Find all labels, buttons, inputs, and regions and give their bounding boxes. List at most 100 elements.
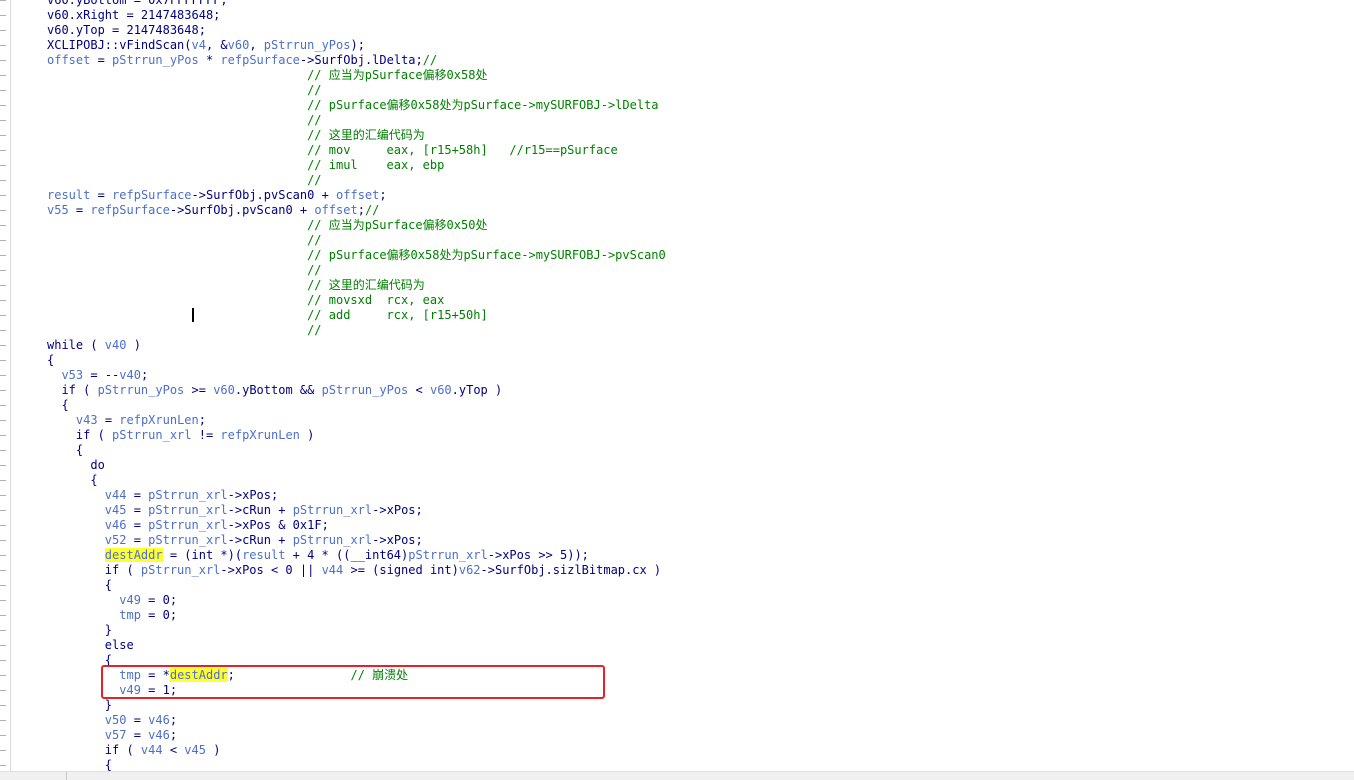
code-line[interactable]: v60.xRight = 2147483648; [47,8,220,23]
code-line[interactable]: // 应当为pSurface偏移0x58处 [47,68,487,83]
code-token: v44 [104,488,127,502]
code-line[interactable]: v44 = pStrrun_xrl->xPos; [47,488,278,503]
code-token: = [90,188,113,202]
code-line[interactable]: // pSurface偏移0x58处为pSurface->mySURFOBJ->… [47,248,666,263]
code-token: ) [126,338,141,352]
gutter-tick [0,735,6,736]
code-line[interactable]: // add rcx, [r15+50h] [47,308,488,323]
code-line[interactable]: { [47,353,54,368]
code-token: ->SurfObj.pvScan0 + [191,188,337,202]
code-comment: // [422,53,438,67]
code-token: ); [350,38,365,52]
code-token: ; [198,413,206,427]
gutter-tick [0,300,6,301]
code-token: pStrrun_xrl [140,563,221,577]
gutter-tick [0,120,6,121]
code-line[interactable]: { [47,578,112,593]
code-line[interactable]: v45 = pStrrun_xrl->cRun + pStrrun_xrl->x… [47,503,423,518]
code-line[interactable]: offset = pStrrun_yPos * refpSurface->Sur… [47,53,437,68]
code-line[interactable]: // mov eax, [r15+58h] //r15==pSurface [47,143,618,158]
code-line[interactable]: // movsxd rcx, eax [47,293,444,308]
code-line[interactable]: v53 = --v40; [47,368,148,383]
code-token: < [162,743,185,757]
code-token: refpSurface [112,188,192,202]
code-token: if ( [47,383,98,397]
code-line[interactable]: v46 = pStrrun_xrl->xPos & 0x1F; [47,518,329,533]
code-line[interactable]: // imul eax, ebp [47,158,444,173]
gutter-tick [0,675,6,676]
code-line[interactable]: v55 = refpSurface->SurfObj.pvScan0 + off… [47,203,379,218]
code-line[interactable]: { [47,398,69,413]
code-line[interactable]: destAddr = (int *)(result + 4 * ((__int6… [47,548,589,563]
gutter-tick [0,720,6,721]
gutter-tick [0,510,6,511]
code-line[interactable]: // 这里的汇编代码为 [47,128,425,143]
code-token: pStrrun_xrl [292,533,373,547]
code-token: refpSurface [220,53,300,67]
code-line[interactable]: XCLIPOBJ::vFindScan(v4, &v60, pStrrun_yP… [47,38,365,53]
code-line[interactable]: // [47,323,321,338]
code-token: v4 [191,38,206,52]
code-line[interactable]: if ( pStrrun_yPos >= v60.yBottom && pStr… [47,383,502,398]
code-line[interactable]: // pSurface偏移0x58处为pSurface->mySURFOBJ->… [47,98,658,113]
code-token: ->SurfObj.sizlBitmap.cx ) [480,563,662,577]
code-token: .yTop ) [451,383,503,397]
code-line[interactable]: v57 = v46; [47,728,177,743]
code-line[interactable]: // 应当为pSurface偏移0x50处 [47,218,487,233]
code-token: , & [205,38,228,52]
code-line[interactable]: if ( pStrrun_xrl != refpXrunLen ) [47,428,314,443]
code-token: pStrrun_yPos [112,53,199,67]
code-line[interactable]: tmp = 0; [47,608,177,623]
code-line[interactable]: else [47,638,134,653]
code-token: ->cRun + [227,503,293,517]
gutter-tick [0,75,6,76]
code-line[interactable]: // [47,113,321,128]
code-token: v60.xRight = 2147483648; [47,8,221,22]
horizontal-scrollbar[interactable] [0,771,1354,780]
code-line[interactable]: // [47,83,321,98]
code-line[interactable]: v49 = 0; [47,593,177,608]
code-line[interactable]: v52 = pStrrun_xrl->cRun + pStrrun_xrl->x… [47,533,423,548]
code-token: ->xPos; [372,533,423,547]
code-line[interactable]: // [47,173,321,188]
code-line[interactable]: v50 = v46; [47,713,177,728]
code-line[interactable]: } [47,623,112,638]
code-line[interactable]: result = refpSurface->SurfObj.pvScan0 + … [47,188,387,203]
code-comment: // mov eax, [r15+58h] //r15==pSurface [47,143,618,157]
code-line[interactable]: do [47,458,104,473]
gutter-tick [0,705,6,706]
code-line[interactable]: } [47,698,112,713]
code-token: else [47,638,134,652]
code-comment: // pSurface偏移0x58处为pSurface->mySURFOBJ->… [47,248,666,262]
code-token: v52 [104,533,127,547]
gutter-tick [0,270,6,271]
code-line[interactable]: // [47,233,321,248]
code-token: XCLIPOBJ::vFindScan( [47,38,192,52]
code-line[interactable]: while ( v40 ) [47,338,141,353]
code-line[interactable]: v60.yTop = 2147483648; [47,23,206,38]
gutter-tick [0,690,6,691]
code-token: { [47,398,69,412]
code-line[interactable]: v60.yBottom = 0x7FFFFFFF; [47,0,228,8]
code-token: ->xPos; [372,503,423,517]
code-line[interactable]: { [47,443,83,458]
gutter-tick [0,360,6,361]
code-token: v60.yTop = 2147483648; [47,23,206,37]
code-line[interactable]: if ( v44 < v45 ) [47,743,221,758]
code-comment: // 应当为pSurface偏移0x58处 [47,68,488,82]
code-token: tmp [119,608,141,622]
code-comment: // movsxd rcx, eax [47,293,445,307]
code-line[interactable]: // 这里的汇编代码为 [47,278,425,293]
code-line[interactable]: { [47,473,97,488]
code-line[interactable]: // [47,263,321,278]
scrollbar-divider [66,772,67,780]
code-line[interactable]: v43 = refpXrunLen; [47,413,206,428]
code-line[interactable]: if ( pStrrun_xrl->xPos < 0 || v44 >= (si… [47,563,661,578]
gutter-tick [0,255,6,256]
